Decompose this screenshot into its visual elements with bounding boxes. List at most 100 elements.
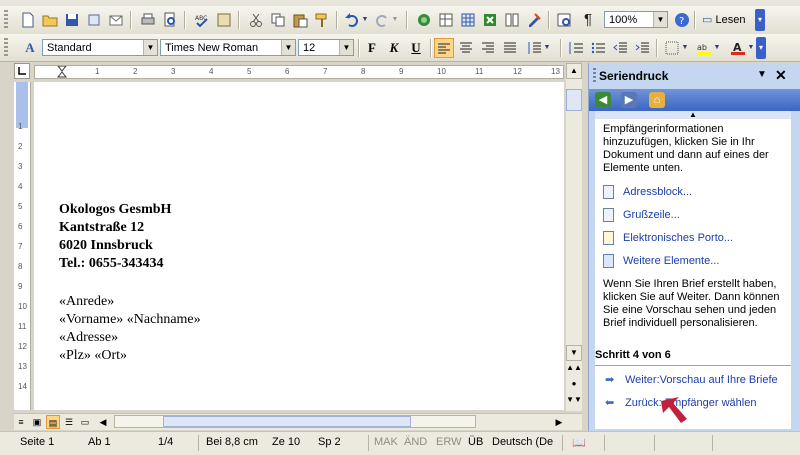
highlight-button[interactable]: ab	[694, 38, 714, 58]
chevron-down-icon[interactable]: ▼	[339, 40, 353, 55]
link-elektronisches-porto[interactable]: Elektronisches Porto...	[623, 232, 733, 244]
forward-arrow-icon[interactable]: ▶	[621, 92, 637, 108]
help-icon[interactable]: ?	[672, 10, 692, 30]
save-icon[interactable]	[62, 10, 82, 30]
spelling-icon[interactable]: ABC	[192, 10, 212, 30]
horizontal-scrollbar[interactable]: ≡ ▣ ▤ ☰ ▭ ◀ ▶	[14, 413, 582, 430]
numbering-button[interactable]	[566, 38, 586, 58]
scroll-left-icon[interactable]: ◀	[96, 415, 110, 429]
font-size-combo[interactable]: 12 ▼	[298, 39, 354, 56]
tables-borders-icon[interactable]	[436, 10, 456, 30]
chevron-down-icon[interactable]: ▼	[281, 40, 295, 55]
pane-grip[interactable]	[593, 68, 596, 82]
indent-marker[interactable]	[56, 65, 68, 78]
open-folder-icon[interactable]	[40, 10, 60, 30]
cut-icon[interactable]	[246, 10, 266, 30]
chevron-down-icon[interactable]: ▼	[143, 40, 157, 55]
link-grusszeile[interactable]: Grußzeile...	[623, 209, 680, 221]
undo-dropdown-icon[interactable]: ▼	[360, 10, 370, 30]
scroll-up-icon[interactable]: ▲	[595, 111, 791, 119]
toolbar-options-icon[interactable]: ▾	[756, 37, 766, 59]
letterhead-city[interactable]: 6020 Innsbruck	[59, 238, 153, 254]
status-language[interactable]: Deutsch (De	[492, 436, 553, 448]
reading-layout-icon[interactable]: ▭	[78, 415, 92, 429]
new-document-icon[interactable]	[18, 10, 38, 30]
copy-icon[interactable]	[268, 10, 288, 30]
merge-field-salutation[interactable]: «Anrede»	[59, 294, 114, 310]
scroll-thumb[interactable]	[566, 89, 582, 111]
merge-field-name[interactable]: «Vorname» «Nachname»	[59, 312, 201, 328]
undo-icon[interactable]	[342, 10, 362, 30]
letterhead-phone[interactable]: Tel.: 0655-343434	[59, 256, 163, 272]
browse-object-icon[interactable]: ●	[566, 377, 582, 393]
hyperlink-icon[interactable]	[414, 10, 434, 30]
horizontal-ruler[interactable]: 1 2 3 4 5 6 7 8 9 10 11 12 13	[34, 65, 564, 79]
home-icon[interactable]: ⌂	[649, 92, 665, 108]
styles-formatting-icon[interactable]: A	[20, 38, 40, 58]
line-spacing-button[interactable]	[524, 38, 544, 58]
scroll-down-icon[interactable]: ▼	[566, 345, 582, 361]
chevron-down-icon[interactable]: ▼	[746, 38, 756, 58]
increase-indent-button[interactable]	[632, 38, 652, 58]
scroll-thumb[interactable]	[163, 416, 411, 427]
tab-selector[interactable]	[14, 63, 30, 79]
show-formatting-icon[interactable]: ¶	[578, 10, 598, 30]
vertical-ruler[interactable]: 1 2 3 4 5 6 7 8 9 10 11 12 13 14	[14, 82, 31, 410]
document-page[interactable]: Okologos GesmbH Kantstraße 12 6020 Innsb…	[34, 82, 564, 410]
underline-button[interactable]: U	[406, 38, 426, 58]
insert-excel-icon[interactable]	[480, 10, 500, 30]
normal-view-icon[interactable]: ≡	[14, 415, 28, 429]
justify-button[interactable]	[500, 38, 520, 58]
link-weitere-elemente[interactable]: Weitere Elemente...	[623, 255, 719, 267]
next-step-link[interactable]: Weiter:Vorschau auf Ihre Briefe	[625, 374, 778, 386]
letterhead-company[interactable]: Okologos GesmbH	[59, 202, 171, 218]
back-arrow-icon[interactable]: ◀	[595, 92, 611, 108]
chevron-down-icon[interactable]: ▼	[712, 38, 722, 58]
print-icon[interactable]	[138, 10, 158, 30]
toolbar-grip[interactable]	[4, 10, 8, 30]
scroll-up-icon[interactable]: ▲	[566, 63, 582, 79]
chevron-down-icon[interactable]: ▼	[680, 38, 690, 58]
bold-button[interactable]: F	[362, 38, 382, 58]
columns-icon[interactable]	[502, 10, 522, 30]
toolbar-grip[interactable]	[4, 38, 8, 58]
permission-icon[interactable]	[84, 10, 104, 30]
decrease-indent-button[interactable]	[610, 38, 630, 58]
toolbar-options-icon[interactable]: ▾	[755, 9, 765, 31]
scroll-right-icon[interactable]: ▶	[552, 415, 566, 429]
previous-page-icon[interactable]: ▲▲	[566, 361, 582, 377]
style-combo[interactable]: Standard ▼	[42, 39, 158, 56]
redo-icon[interactable]	[372, 10, 392, 30]
read-mode-button[interactable]: ▭ Lesen	[698, 11, 749, 29]
merge-field-postcode-city[interactable]: «Plz» «Ort»	[59, 348, 127, 364]
bullets-button[interactable]	[588, 38, 608, 58]
link-adressblock[interactable]: Adressblock...	[623, 186, 692, 198]
vertical-scrollbar[interactable]: ▲ ▼ ▲▲ ● ▼▼	[566, 63, 582, 411]
next-page-icon[interactable]: ▼▼	[566, 393, 582, 409]
merge-field-address[interactable]: «Adresse»	[59, 330, 118, 346]
status-macro[interactable]: MAK	[374, 436, 398, 448]
print-preview-icon[interactable]	[160, 10, 180, 30]
italic-button[interactable]: K	[384, 38, 404, 58]
print-layout-icon[interactable]: ▤	[46, 415, 60, 429]
font-combo[interactable]: Times New Roman ▼	[160, 39, 296, 56]
scroll-track[interactable]	[114, 415, 476, 428]
web-layout-icon[interactable]: ▣	[30, 415, 44, 429]
document-map-icon[interactable]	[554, 10, 574, 30]
chevron-down-icon[interactable]: ▼	[542, 38, 552, 58]
close-icon[interactable]: ✕	[775, 67, 787, 84]
pane-menu-chevron-down-icon[interactable]: ▼	[757, 69, 767, 80]
insert-table-icon[interactable]	[458, 10, 478, 30]
align-center-button[interactable]	[456, 38, 476, 58]
letterhead-street[interactable]: Kantstraße 12	[59, 220, 144, 236]
drawing-icon[interactable]	[524, 10, 544, 30]
outline-view-icon[interactable]: ☰	[62, 415, 76, 429]
status-extend[interactable]: ERW	[436, 436, 461, 448]
email-icon[interactable]	[106, 10, 126, 30]
chevron-down-icon[interactable]: ▼	[653, 12, 667, 27]
align-left-button[interactable]	[434, 38, 454, 58]
paste-icon[interactable]	[290, 10, 310, 30]
research-icon[interactable]	[214, 10, 234, 30]
borders-button[interactable]	[662, 38, 682, 58]
font-color-button[interactable]: A	[728, 38, 748, 58]
